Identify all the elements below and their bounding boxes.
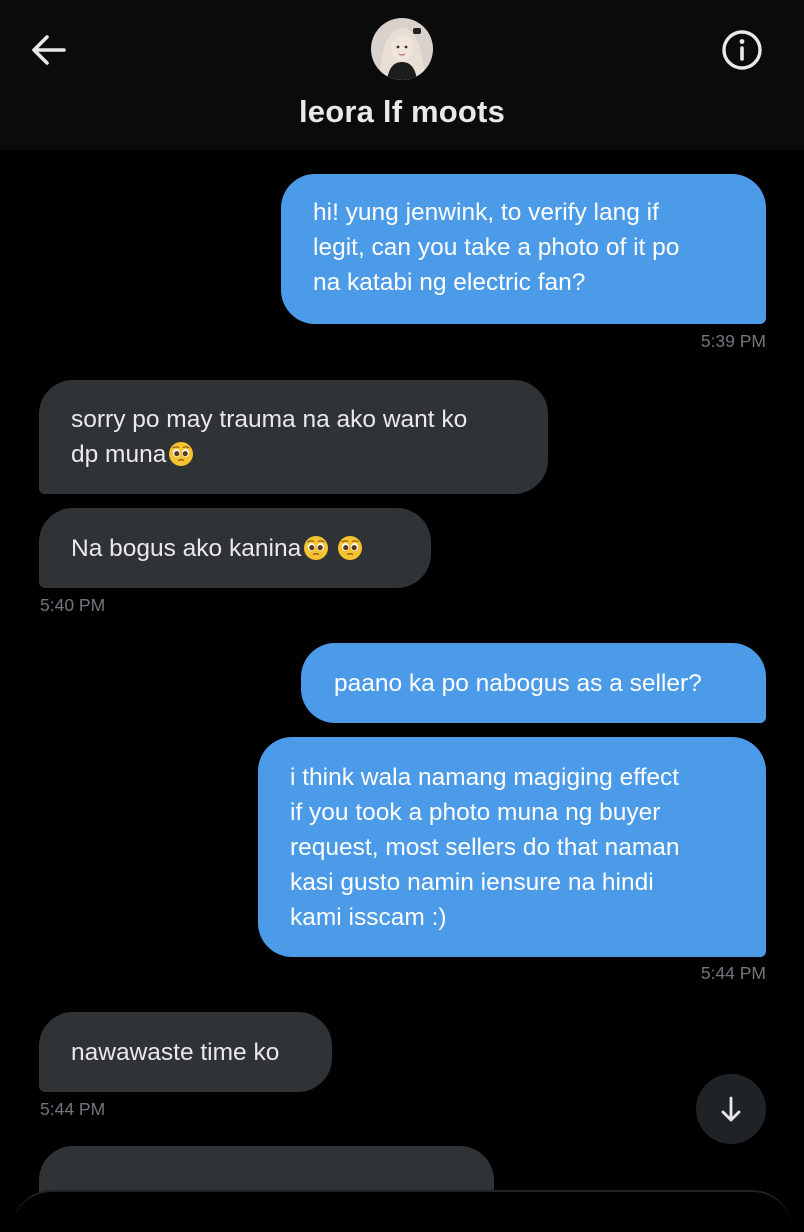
message-bubble-incoming[interactable]: nawawaste time ko	[39, 1012, 332, 1092]
message-text-line: Na bogus ako kanina	[71, 535, 302, 562]
message-bubble-outgoing[interactable]: i think wala namang magiging effect if y…	[258, 737, 766, 957]
message-text-line: legit, can you take a photo of it po	[313, 234, 680, 261]
message-text-line: na katabi ng electric fan?	[313, 269, 586, 296]
message-timestamp: 5:44 PM	[700, 963, 766, 983]
message-bubble-incoming[interactable]: sorry po may trauma na ako want ko dp mu…	[39, 380, 548, 494]
message-bubble-outgoing[interactable]: paano ka po nabogus as a seller?	[301, 643, 766, 723]
avatar[interactable]	[371, 18, 433, 80]
message-composer[interactable]	[12, 1190, 792, 1232]
message-text-line: request, most sellers do that naman	[290, 834, 680, 861]
scroll-to-bottom-button[interactable]	[696, 1074, 766, 1144]
message-text-line: nawawaste time ko	[71, 1039, 280, 1066]
pleading-face-emoji-icon	[169, 442, 194, 466]
message-text-line: dp muna	[71, 441, 167, 468]
info-circle-icon	[722, 30, 762, 70]
message-timestamp: 5:39 PM	[700, 331, 766, 351]
pleading-face-emoji-icon	[304, 536, 329, 560]
message-text-line: kasi gusto namin iensure na hindi	[290, 869, 654, 896]
arrow-left-icon	[32, 35, 66, 65]
message-text-line: paano ka po nabogus as a seller?	[334, 670, 702, 697]
message-text-line: kami isscam :)	[290, 904, 447, 931]
pleading-face-emoji-icon	[338, 536, 363, 560]
message-timestamp: 5:40 PM	[40, 595, 106, 615]
conversation-title: leora lf moots	[298, 94, 506, 129]
message-text-line: hi! yung jenwink, to verify lang if	[313, 199, 659, 226]
back-button[interactable]	[26, 28, 70, 72]
message-bubble-outgoing[interactable]: hi! yung jenwink, to verify lang if legi…	[281, 174, 766, 324]
info-button[interactable]	[718, 26, 766, 74]
message-text-line: sorry po may trauma na ako want ko	[71, 406, 468, 433]
message-text-line: i think wala namang magiging effect	[290, 764, 680, 791]
arrow-down-icon	[721, 1096, 741, 1122]
avatar-image	[371, 18, 433, 80]
conversation-header: leora lf moots	[0, 0, 804, 150]
message-bubble-incoming[interactable]: Na bogus ako kanina	[39, 508, 431, 588]
message-timestamp: 5:44 PM	[40, 1099, 106, 1119]
message-text-line: if you took a photo muna ng buyer	[290, 799, 661, 826]
